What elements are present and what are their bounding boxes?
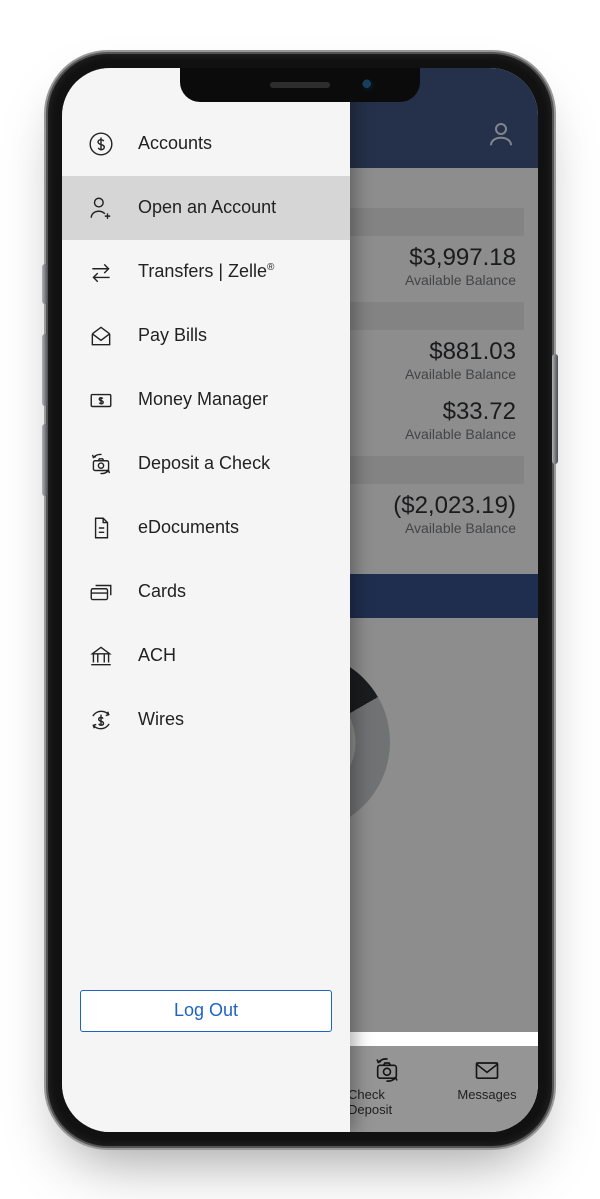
tab-label: Check Deposit — [348, 1087, 426, 1117]
notch — [180, 68, 420, 102]
camera-refresh-icon — [86, 451, 116, 477]
menu-item-money-manager[interactable]: Money Manager — [62, 368, 350, 432]
front-camera — [362, 79, 374, 91]
bank-icon — [86, 643, 116, 669]
menu-item-open-account[interactable]: Open an Account — [62, 176, 350, 240]
tab-check-deposit[interactable]: Check Deposit — [348, 1046, 426, 1132]
menu-label: Transfers | Zelle® — [138, 261, 274, 282]
menu-label: Cards — [138, 581, 186, 602]
phone-mute-switch — [42, 264, 48, 304]
tab-messages[interactable]: Messages — [448, 1046, 526, 1132]
camera-refresh-icon — [373, 1056, 401, 1087]
dollar-refresh-icon — [86, 707, 116, 733]
menu-label: Pay Bills — [138, 325, 207, 346]
screen: $3,997.18 Available Balance $881.03 Avai… — [62, 68, 538, 1132]
document-icon — [86, 515, 116, 541]
nav-drawer: Accounts Open an Account Transfers | Zel… — [62, 68, 350, 1132]
drawer-footer: Log Out — [62, 990, 350, 1132]
phone-mockup: $3,997.18 Available Balance $881.03 Avai… — [46, 52, 554, 1148]
menu-item-cards[interactable]: Cards — [62, 560, 350, 624]
menu-label: ACH — [138, 645, 176, 666]
menu-item-transfers-zelle[interactable]: Transfers | Zelle® — [62, 240, 350, 304]
menu-label: eDocuments — [138, 517, 239, 538]
menu-item-wires[interactable]: Wires — [62, 688, 350, 752]
tab-label: Messages — [457, 1087, 516, 1102]
menu-item-accounts[interactable]: Accounts — [62, 112, 350, 176]
account-balance-sub: Available Balance — [405, 426, 516, 442]
earpiece — [270, 82, 330, 88]
account-balance: $881.03 — [429, 338, 516, 366]
cash-icon — [86, 387, 116, 413]
menu-item-pay-bills[interactable]: Pay Bills — [62, 304, 350, 368]
phone-power-button — [552, 354, 558, 464]
account-balance-sub: Available Balance — [405, 366, 516, 382]
phone-volume-down — [42, 424, 48, 496]
menu-label: Accounts — [138, 133, 212, 154]
menu-item-ach[interactable]: ACH — [62, 624, 350, 688]
transfer-arrows-icon — [86, 259, 116, 285]
envelope-icon — [473, 1056, 501, 1087]
menu-label: Deposit a Check — [138, 453, 270, 474]
account-balance-sub: Available Balance — [405, 520, 516, 536]
menu-item-deposit-check[interactable]: Deposit a Check — [62, 432, 350, 496]
dollar-circle-icon — [86, 131, 116, 157]
cards-icon — [86, 579, 116, 605]
logout-button[interactable]: Log Out — [80, 990, 332, 1032]
menu-item-edocuments[interactable]: eDocuments — [62, 496, 350, 560]
phone-volume-up — [42, 334, 48, 406]
account-balance: ($2,023.19) — [393, 492, 516, 520]
account-balance: $33.72 — [443, 398, 516, 426]
account-balance-sub: Available Balance — [405, 272, 516, 288]
menu-label: Money Manager — [138, 389, 268, 410]
menu-label: Wires — [138, 709, 184, 730]
nav-menu: Accounts Open an Account Transfers | Zel… — [62, 112, 350, 990]
open-envelope-icon — [86, 323, 116, 349]
person-plus-icon — [86, 195, 116, 221]
menu-label: Open an Account — [138, 197, 276, 218]
logout-label: Log Out — [174, 1000, 238, 1021]
profile-icon[interactable] — [486, 119, 516, 154]
account-balance: $3,997.18 — [409, 244, 516, 272]
